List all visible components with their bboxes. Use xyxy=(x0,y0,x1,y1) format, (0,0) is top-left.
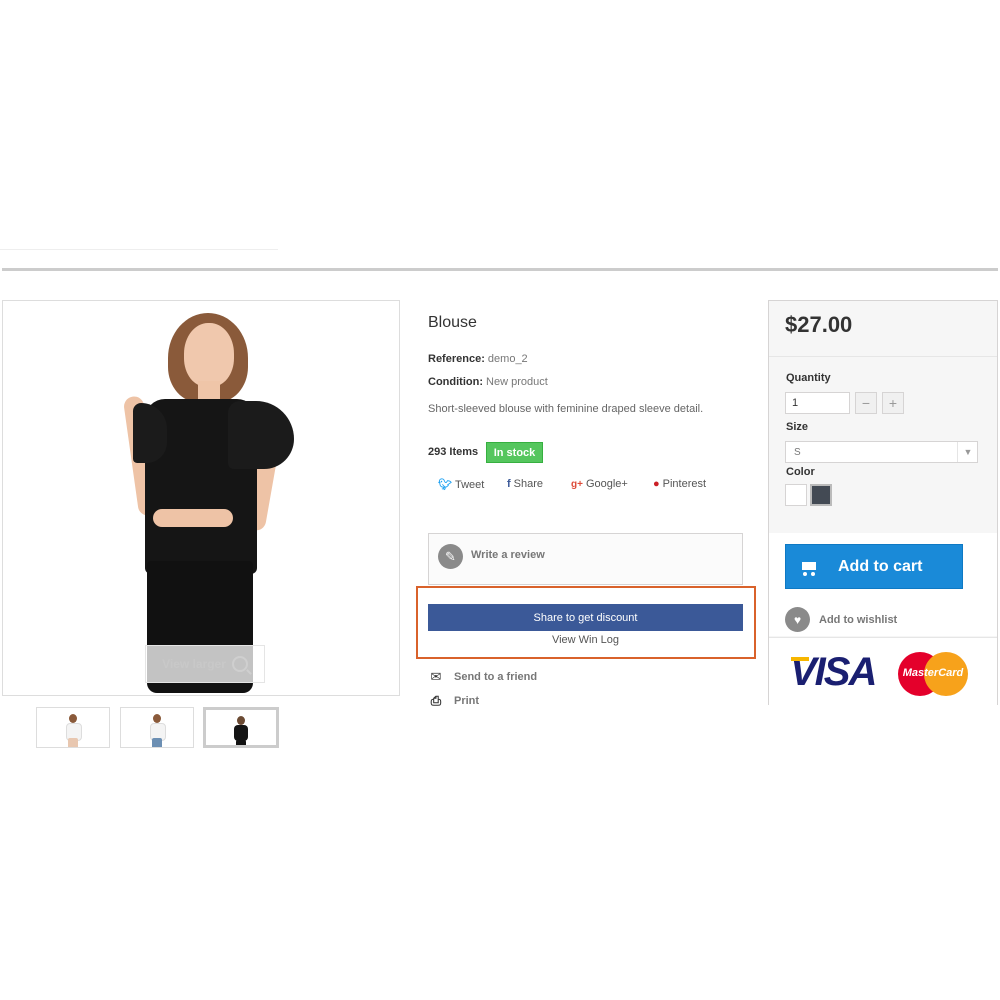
pencil-icon: ✎ xyxy=(438,544,463,569)
send-to-friend-label: Send to a friend xyxy=(454,671,538,683)
share-label: Share xyxy=(513,478,544,490)
size-label: Size xyxy=(786,421,809,433)
printer-icon: ⎙ xyxy=(430,693,442,708)
facebook-share-button[interactable]: f Share xyxy=(507,478,543,490)
quantity-input[interactable]: 1 xyxy=(785,392,850,414)
model-figure xyxy=(3,301,399,695)
view-win-log-link[interactable]: View Win Log xyxy=(428,634,743,646)
print-label: Print xyxy=(454,695,480,707)
twitter-icon: 🐦︎ xyxy=(438,479,452,491)
google-plus-button[interactable]: g+ Google+ xyxy=(571,478,628,490)
thumbnail-1[interactable] xyxy=(36,707,110,748)
color-label: Color xyxy=(786,466,815,478)
stock-badge: In stock xyxy=(486,442,543,463)
add-to-cart-label: Add to cart xyxy=(838,557,923,575)
product-description: Short-sleeved blouse with feminine drape… xyxy=(428,403,704,415)
condition-label: Condition: xyxy=(428,376,483,388)
page-divider xyxy=(2,268,998,271)
product-price: $27.00 xyxy=(785,312,853,337)
tweet-button[interactable]: 🐦︎ Tweet xyxy=(438,478,485,492)
condition-line: Condition: New product xyxy=(428,376,548,388)
google-label: Google+ xyxy=(585,478,628,490)
items-count: 293 Items xyxy=(428,446,479,458)
reference-line: Reference: demo_2 xyxy=(428,353,528,365)
quantity-decrease-button[interactable]: − xyxy=(855,392,877,414)
write-review-link[interactable]: Write a review xyxy=(471,549,545,561)
product-title: Blouse xyxy=(428,314,477,331)
add-to-cart-button[interactable]: Add to cart xyxy=(785,544,963,589)
cart-icon xyxy=(800,559,818,576)
top-divider-thin xyxy=(0,249,278,250)
thumbnail-2[interactable] xyxy=(120,707,194,748)
size-select[interactable]: S xyxy=(785,441,978,463)
quantity-increase-button[interactable]: + xyxy=(882,392,904,414)
main-product-image[interactable]: View larger xyxy=(2,300,400,696)
quantity-label: Quantity xyxy=(786,372,831,384)
chevron-down-icon[interactable]: ▼ xyxy=(957,442,978,462)
reference-label: Reference: xyxy=(428,353,485,365)
view-larger-label: View larger xyxy=(162,657,226,671)
thumbnail-3-active[interactable] xyxy=(203,707,279,748)
pinterest-button[interactable]: ● Pinterest xyxy=(653,478,706,490)
add-to-wishlist-link[interactable]: Add to wishlist xyxy=(819,614,897,626)
color-swatch-white[interactable] xyxy=(785,484,807,506)
visa-stripe xyxy=(791,657,809,661)
color-swatch-dark-selected[interactable] xyxy=(810,484,832,506)
send-to-friend-link[interactable]: ✉ Send to a friend xyxy=(428,669,538,685)
view-larger-button[interactable]: View larger xyxy=(145,645,265,683)
envelope-icon: ✉ xyxy=(430,669,442,684)
mastercard-logo-text: MasterCard xyxy=(902,667,964,679)
condition-value: New product xyxy=(486,376,548,388)
reference-value: demo_2 xyxy=(487,353,528,365)
share-to-get-discount-button[interactable]: Share to get discount xyxy=(428,604,743,631)
pinterest-icon: ● xyxy=(653,478,660,490)
magnifier-icon xyxy=(231,656,248,672)
print-link[interactable]: ⎙ Print xyxy=(428,693,479,709)
pinterest-label: Pinterest xyxy=(662,478,707,490)
tweet-label: Tweet xyxy=(454,478,485,491)
heart-icon[interactable]: ♥ xyxy=(785,607,810,632)
facebook-icon: f xyxy=(507,478,511,490)
google-plus-icon: g+ xyxy=(571,478,583,490)
